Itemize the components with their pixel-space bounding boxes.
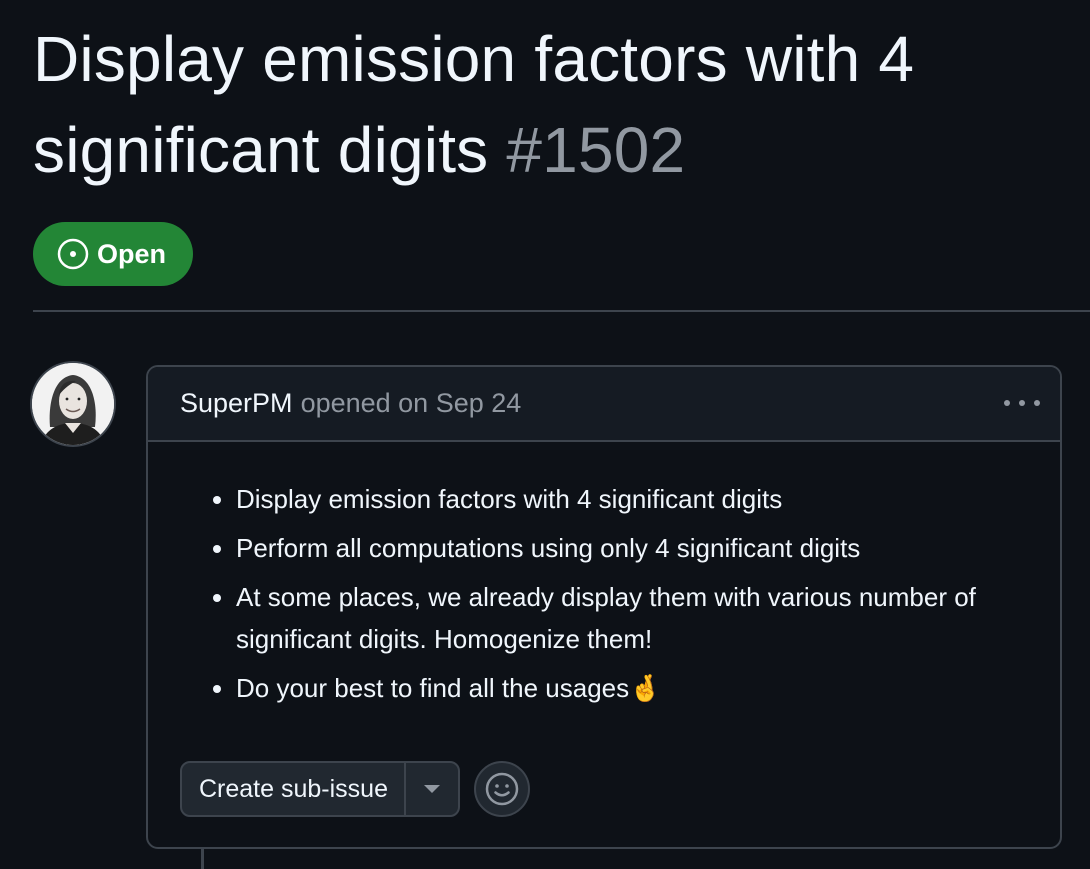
list-item: Display emission factors with 4 signific… [236,478,1020,520]
kebab-dot [1019,400,1025,406]
timeline-connector [201,849,204,869]
comment-author[interactable]: SuperPM [180,388,293,419]
comment-body: Display emission factors with 4 signific… [148,442,1060,709]
header-divider [33,310,1090,312]
issue-comment: SuperPM opened on Sep 24 Display emissio… [146,365,1062,849]
triangle-down-icon [423,785,440,793]
issue-number: #1502 [506,114,686,186]
issue-page: Display emission factors with 4 signific… [0,0,1090,869]
issue-opened-icon [57,238,89,270]
kebab-horizontal-icon [1004,400,1010,406]
comment-header: SuperPM opened on Sep 24 [148,367,1060,442]
add-reaction-button[interactable] [473,761,530,817]
issue-title-text: Display emission factors with 4 signific… [33,23,915,186]
issue-state-label: Open [97,238,167,269]
issue-title: Display emission factors with 4 signific… [33,14,1033,196]
comment-timestamp[interactable]: opened on Sep 24 [301,388,522,419]
list-item: Do your best to find all the usages🤞 [236,667,1020,709]
create-subissue-button[interactable]: Create sub-issue [182,763,406,815]
comment-bullet-list: Display emission factors with 4 signific… [208,478,1020,709]
comment-options-button[interactable] [1004,391,1040,415]
comment-actions: Create sub-issue [180,761,530,817]
kebab-dot [1034,400,1040,406]
issue-state-badge: Open [33,222,193,286]
create-subissue-group: Create sub-issue [180,761,460,817]
avatar-portrait-icon [32,363,114,445]
create-subissue-dropdown[interactable] [406,763,458,815]
author-avatar[interactable] [32,363,114,445]
list-item: Perform all computations using only 4 si… [236,527,1020,569]
list-item: At some places, we already display them … [236,576,1020,660]
smiley-icon [485,772,519,806]
